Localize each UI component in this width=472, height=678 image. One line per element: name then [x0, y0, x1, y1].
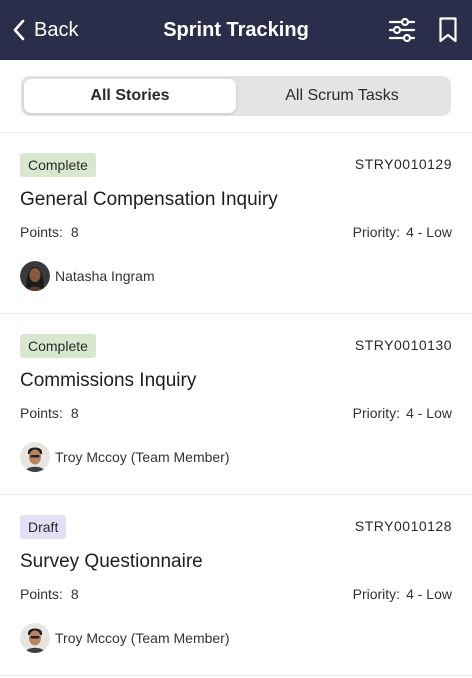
back-button[interactable]: Back: [12, 0, 78, 60]
points-label: Points:: [20, 224, 63, 240]
chevron-left-icon: [13, 19, 25, 41]
story-title: General Compensation Inquiry: [20, 189, 278, 210]
points-value: 8: [70, 586, 79, 602]
avatar: [20, 261, 50, 291]
story-card[interactable]: Complete STRY0010130 Commissions Inquiry…: [0, 314, 472, 495]
priority-value: 4 - Low: [406, 224, 452, 240]
story-card[interactable]: Complete STRY0010129 General Compensatio…: [0, 133, 472, 314]
story-priority: Priority: 4 - Low: [353, 586, 452, 602]
points-value: 8: [70, 224, 79, 240]
story-card[interactable]: Draft STRY0010128 Survey Questionnaire P…: [0, 495, 472, 676]
assignee: Natasha Ingram: [20, 261, 155, 291]
app: Back Sprint Tracking All Stories All Scr…: [0, 0, 472, 678]
status-badge: Draft: [20, 515, 67, 539]
story-points: Points: 8: [20, 586, 79, 602]
assignee-name: Troy Mccoy (Team Member): [55, 449, 230, 465]
back-label: Back: [34, 18, 79, 41]
story-points: Points: 8: [20, 224, 79, 240]
story-title: Survey Questionnaire: [20, 551, 203, 572]
top-nav-bar: Back Sprint Tracking: [0, 0, 472, 60]
tab-all-scrum-tasks[interactable]: All Scrum Tasks: [236, 79, 448, 113]
story-priority: Priority: 4 - Low: [353, 224, 452, 240]
priority-value: 4 - Low: [406, 586, 452, 602]
bookmark-icon: [439, 17, 457, 43]
sliders-icon: [388, 17, 416, 43]
priority-value: 4 - Low: [406, 405, 452, 421]
assignee: Troy Mccoy (Team Member): [20, 623, 230, 653]
header-actions: [388, 0, 458, 60]
status-badge: Complete: [20, 334, 96, 358]
assignee-name: Troy Mccoy (Team Member): [55, 630, 230, 646]
points-label: Points:: [20, 405, 63, 421]
filter-button[interactable]: [388, 17, 416, 43]
priority-label: Priority:: [352, 586, 401, 602]
assignee: Troy Mccoy (Team Member): [20, 442, 230, 472]
story-list: Complete STRY0010129 General Compensatio…: [0, 133, 472, 676]
story-title: Commissions Inquiry: [20, 370, 197, 391]
avatar: [20, 623, 50, 653]
story-number: STRY0010130: [354, 337, 452, 353]
tab-all-stories[interactable]: All Stories: [24, 79, 236, 113]
bookmark-button[interactable]: [438, 16, 458, 44]
priority-label: Priority:: [352, 405, 401, 421]
points-value: 8: [70, 405, 79, 421]
story-number: STRY0010129: [354, 156, 452, 172]
status-badge: Complete: [20, 153, 96, 177]
avatar: [20, 442, 50, 472]
tab-bar: All Stories All Scrum Tasks: [0, 60, 472, 133]
points-label: Points:: [20, 586, 63, 602]
story-number: STRY0010128: [354, 518, 452, 534]
story-priority: Priority: 4 - Low: [353, 405, 452, 421]
story-points: Points: 8: [20, 405, 79, 421]
segmented-control: All Stories All Scrum Tasks: [21, 76, 451, 116]
priority-label: Priority:: [352, 224, 401, 240]
assignee-name: Natasha Ingram: [55, 268, 155, 284]
